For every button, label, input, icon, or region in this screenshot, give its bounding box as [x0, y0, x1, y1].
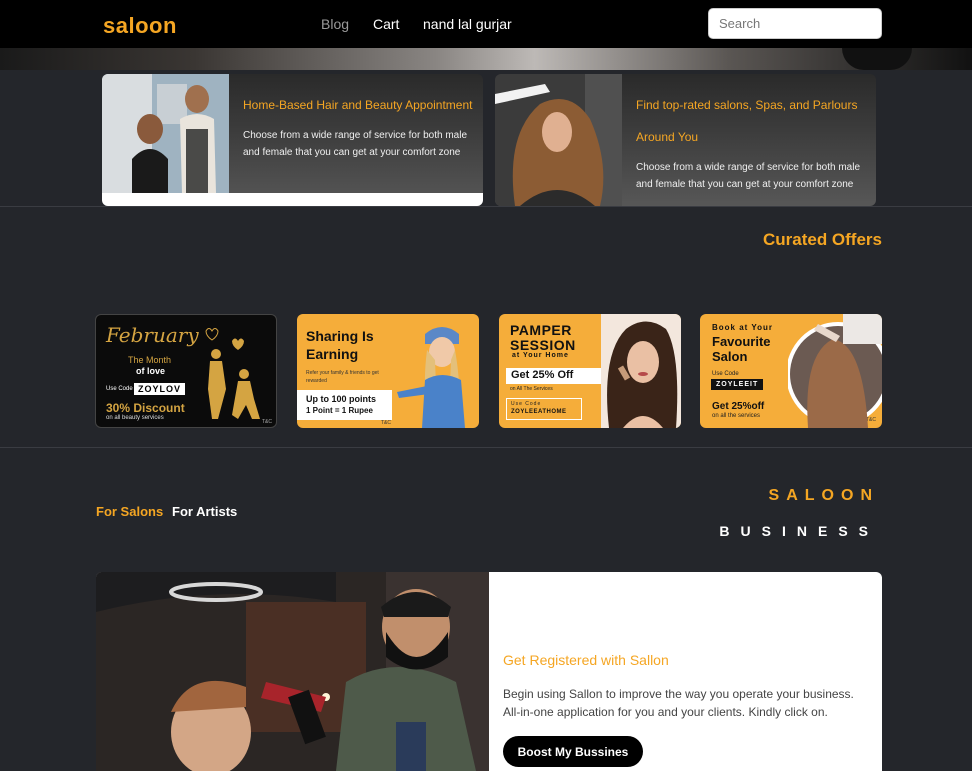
nav-cart-link[interactable]: Cart — [373, 16, 399, 32]
offer-card-february[interactable]: February The Month of love Use Code ZOYL… — [95, 314, 277, 428]
offer-note: on all the services — [712, 413, 761, 419]
feature-title: Home-Based Hair and Beauty Appointment — [243, 98, 473, 112]
saloon-logo[interactable]: saloon — [103, 13, 177, 39]
find-salons-card[interactable]: Find top-rated salons, Spas, and Parlour… — [495, 74, 876, 206]
section-divider — [0, 447, 972, 448]
salon-hair-photo — [788, 314, 882, 428]
offer-headline: Book at Your — [712, 323, 774, 332]
nav-user-name[interactable]: nand lal gurjar — [423, 16, 512, 32]
offer-card-favourite-salon[interactable]: Book at Your Favourite Salon Use Code ZO… — [700, 314, 882, 428]
registration-card: Get Registered with Sallon Begin using S… — [96, 572, 882, 771]
tab-for-salons[interactable]: For Salons — [96, 504, 163, 519]
offer-code: ZOYLEEATHOME — [511, 409, 567, 415]
barber-photo — [102, 74, 229, 193]
offer-headline: PAMPER — [510, 322, 572, 338]
section-divider — [0, 206, 972, 207]
offer-description: Refer your family & friends to get rewar… — [306, 370, 379, 384]
saloon-heading: SALOON — [768, 487, 879, 504]
offer-note: on all beauty services — [106, 415, 164, 421]
offer-code-label: Use Code — [712, 371, 739, 377]
offer-deal: Get 25% Off — [511, 369, 574, 381]
feature-description: Choose from a wide range of service for … — [243, 130, 467, 158]
search-input[interactable] — [708, 8, 882, 39]
offer-deal: Get 25%off — [712, 401, 765, 412]
nav-blog-link[interactable]: Blog — [321, 16, 349, 32]
offer-sub-text: of love — [136, 366, 166, 376]
barber-blow-dry-photo — [96, 572, 489, 771]
offer-sub-text: at Your Home — [512, 352, 569, 359]
offer-code-label: Use Code — [511, 401, 542, 407]
boost-business-button[interactable]: Boost My Bussines — [503, 736, 643, 767]
offer-headline: SESSION — [510, 337, 576, 353]
offer-card-pamper[interactable]: PAMPER SESSION at Your Home Get 25% Off … — [499, 314, 681, 428]
offer-card-referral[interactable]: Sharing Is Earning Refer your family & f… — [297, 314, 479, 428]
offer-code-label: Use Code — [106, 386, 133, 392]
business-heading: BUSINESS — [719, 523, 879, 539]
curated-offers-title: Curated Offers — [762, 230, 882, 249]
hero-banner-strip — [0, 48, 972, 70]
offer-discount: 30% Discount — [106, 401, 185, 415]
offer-headline: Sharing Is — [306, 328, 374, 344]
home-appointment-card[interactable]: Home-Based Hair and Beauty Appointment C… — [102, 74, 483, 206]
feature-description: Choose from a wide range of service for … — [636, 162, 860, 190]
registration-title: Get Registered with Sallon — [503, 652, 669, 668]
offer-headline: Salon — [712, 349, 748, 364]
offer-note: on All The Services — [510, 386, 553, 392]
offer-sub-text: The Month — [128, 355, 172, 365]
terms-label: T&C — [381, 420, 391, 426]
couple-silhouette-icon — [205, 328, 260, 419]
tab-for-artists[interactable]: For Artists — [172, 504, 237, 519]
registration-description: Begin using Sallon to improve the way yo… — [503, 687, 854, 719]
woman-hair-photo — [495, 74, 622, 206]
offer-headline: Earning — [306, 346, 359, 362]
offer-reward: Up to 100 points — [306, 394, 377, 404]
girl-pointing-photo — [397, 327, 465, 428]
offer-headline: February — [106, 323, 199, 347]
offer-reward: 1 Point = 1 Rupee — [306, 406, 373, 415]
offer-code: ZOYLEEIT — [711, 379, 764, 390]
feature-title: Find top-rated salons, Spas, and Parlour… — [636, 98, 858, 144]
offer-headline: Favourite — [712, 334, 771, 349]
offer-code: ZOYLOV — [134, 383, 186, 395]
woman-makeup-photo — [601, 314, 681, 428]
